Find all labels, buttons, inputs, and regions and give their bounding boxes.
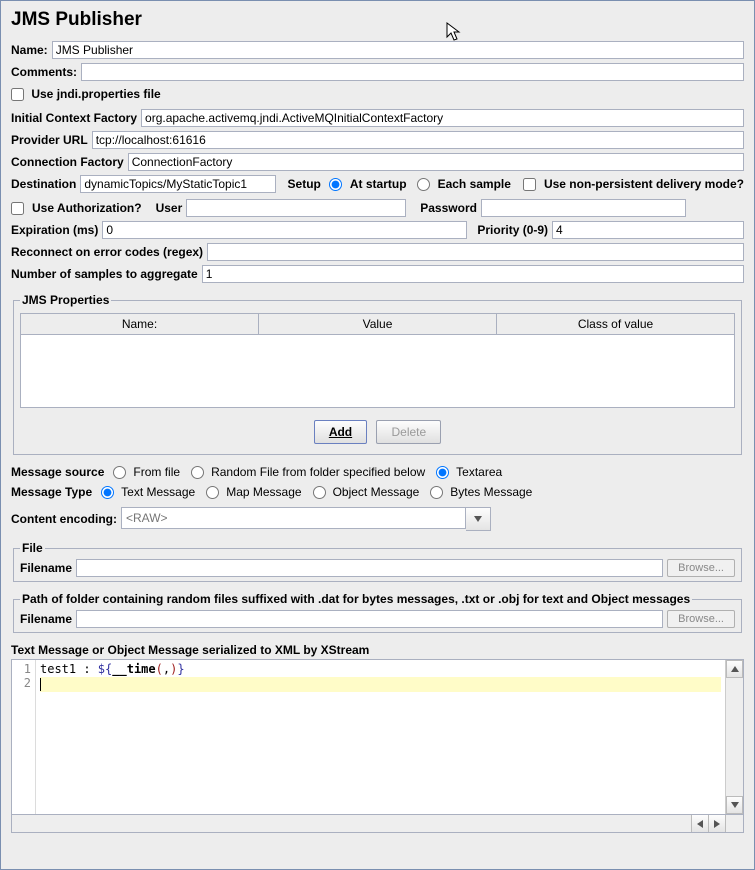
code-paren: ( — [156, 662, 163, 676]
msg-type-text-label: Text Message — [121, 485, 195, 499]
file-fieldset: File Filename Browse... — [13, 541, 742, 582]
delete-button[interactable]: Delete — [376, 420, 441, 444]
use-jndi-checkbox[interactable] — [11, 88, 24, 101]
file-filename-label: Filename — [20, 561, 72, 575]
name-label: Name: — [11, 43, 48, 57]
nonpersist-checkbox[interactable] — [523, 178, 536, 191]
msg-type-object-radio[interactable] — [313, 486, 326, 499]
code-comma: , — [163, 662, 170, 676]
code-brace: } — [177, 662, 184, 676]
gutter-line-2: 2 — [16, 676, 31, 690]
file-browse-button[interactable]: Browse... — [667, 559, 735, 577]
scroll-left-icon[interactable] — [691, 815, 708, 832]
scroll-corner — [725, 815, 743, 832]
msg-type-label: Message Type — [11, 485, 92, 499]
password-label: Password — [420, 201, 477, 215]
panel-title: JMS Publisher — [11, 9, 744, 31]
reconnect-label: Reconnect on error codes (regex) — [11, 245, 203, 259]
msg-type-bytes-radio[interactable] — [430, 486, 443, 499]
editor-label: Text Message or Object Message serialize… — [11, 643, 744, 657]
msg-source-label: Message source — [11, 465, 104, 479]
jms-table-body[interactable] — [21, 335, 735, 408]
destination-label: Destination — [11, 177, 76, 191]
setup-startup-label: At startup — [350, 177, 407, 191]
destination-input[interactable] — [80, 175, 275, 193]
comments-label: Comments: — [11, 65, 77, 79]
provider-url-input[interactable] — [92, 131, 744, 149]
jms-properties-table: Name: Value Class of value — [20, 313, 735, 408]
aggregate-label: Number of samples to aggregate — [11, 267, 198, 281]
msg-source-random-radio[interactable] — [191, 466, 204, 479]
folder-fieldset: Path of folder containing random files s… — [13, 592, 742, 633]
msg-type-text-radio[interactable] — [101, 486, 114, 499]
provider-url-label: Provider URL — [11, 133, 88, 147]
code-text: test1 : — [40, 662, 98, 676]
use-jndi-label: Use jndi.properties file — [31, 87, 160, 101]
folder-filename-input[interactable] — [76, 610, 663, 628]
hscroll-track[interactable] — [12, 815, 691, 832]
reconnect-input[interactable] — [207, 243, 744, 261]
password-input[interactable] — [481, 199, 686, 217]
aggregate-input[interactable] — [202, 265, 744, 283]
icf-input[interactable] — [141, 109, 744, 127]
expiration-label: Expiration (ms) — [11, 223, 98, 237]
encoding-combo[interactable] — [121, 507, 491, 531]
jms-properties-fieldset: JMS Properties Name: Value Class of valu… — [13, 293, 742, 455]
msg-source-file-radio[interactable] — [113, 466, 126, 479]
expiration-input[interactable] — [102, 221, 467, 239]
scroll-up-icon[interactable] — [726, 660, 743, 678]
msg-source-file-label: From file — [133, 465, 180, 479]
encoding-label: Content encoding: — [11, 512, 117, 526]
priority-label: Priority (0-9) — [477, 223, 548, 237]
msg-source-textarea-label: Textarea — [456, 465, 502, 479]
setup-startup-radio[interactable] — [329, 178, 342, 191]
scroll-right-icon[interactable] — [708, 815, 725, 832]
conn-factory-label: Connection Factory — [11, 155, 124, 169]
gutter-line-1: 1 — [16, 662, 31, 676]
horizontal-scrollbar[interactable] — [11, 815, 744, 833]
editor-gutter: 1 2 — [12, 660, 36, 814]
user-input[interactable] — [186, 199, 406, 217]
name-input[interactable] — [52, 41, 744, 59]
code-dollar: $ — [98, 662, 105, 676]
jms-col-name[interactable]: Name: — [21, 314, 259, 335]
priority-input[interactable] — [552, 221, 744, 239]
msg-type-bytes-label: Bytes Message — [450, 485, 532, 499]
msg-source-textarea-radio[interactable] — [436, 466, 449, 479]
encoding-input[interactable] — [121, 507, 466, 529]
vertical-scrollbar[interactable] — [725, 660, 743, 814]
folder-browse-button[interactable]: Browse... — [667, 610, 735, 628]
setup-each-radio[interactable] — [417, 178, 430, 191]
setup-label: Setup — [288, 177, 321, 191]
jms-col-value[interactable]: Value — [259, 314, 497, 335]
msg-source-random-label: Random File from folder specified below — [211, 465, 425, 479]
nonpersist-label: Use non-persistent delivery mode? — [544, 177, 744, 191]
msg-type-map-radio[interactable] — [206, 486, 219, 499]
jms-properties-legend: JMS Properties — [20, 293, 111, 307]
msg-type-map-label: Map Message — [226, 485, 301, 499]
user-label: User — [156, 201, 183, 215]
comments-input[interactable] — [81, 63, 744, 81]
jms-col-class[interactable]: Class of value — [497, 314, 735, 335]
conn-factory-input[interactable] — [128, 153, 744, 171]
add-button[interactable]: Add — [314, 420, 367, 444]
folder-filename-label: Filename — [20, 612, 72, 626]
editor-code-area[interactable]: test1 : ${__time(,)} — [36, 660, 725, 814]
code-editor[interactable]: 1 2 test1 : ${__time(,)} — [11, 659, 744, 815]
folder-legend: Path of folder containing random files s… — [20, 592, 692, 606]
icf-label: Initial Context Factory — [11, 111, 137, 125]
msg-type-object-label: Object Message — [333, 485, 420, 499]
chevron-down-icon[interactable] — [466, 507, 491, 531]
text-cursor — [40, 678, 41, 691]
scroll-down-icon[interactable] — [726, 796, 743, 814]
auth-label: Use Authorization? — [32, 201, 142, 215]
setup-each-label: Each sample — [438, 177, 511, 191]
auth-checkbox[interactable] — [11, 202, 24, 215]
file-legend: File — [20, 541, 45, 555]
code-fn: __time — [112, 662, 155, 676]
file-filename-input[interactable] — [76, 559, 663, 577]
